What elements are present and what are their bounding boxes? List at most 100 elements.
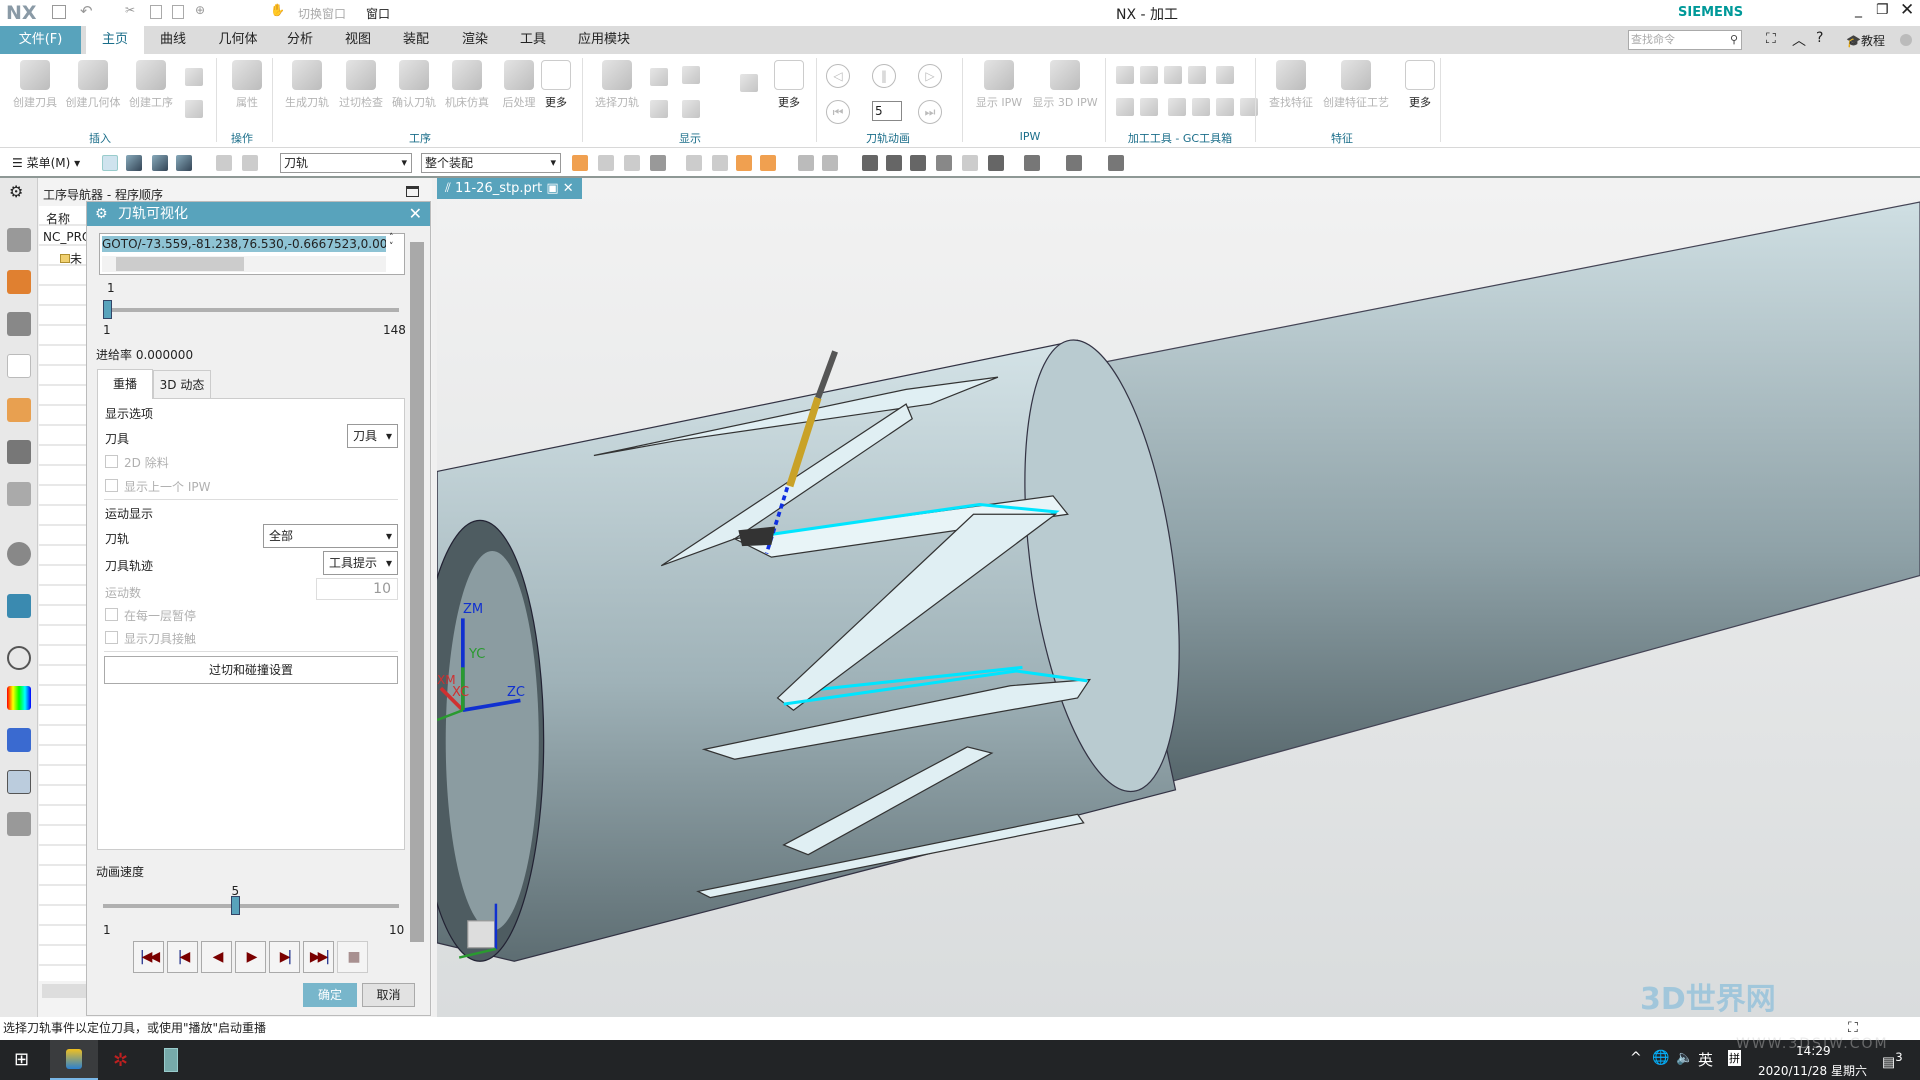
switch-window-button[interactable]: 切换窗口 [298,5,346,22]
machine-simulation-button[interactable]: 机床仿真 [438,60,496,110]
step-back-icon[interactable]: ◁ [826,64,850,88]
goto-line[interactable]: GOTO/-73.559,-81.238,76.530,-0.6667523,0… [102,236,386,252]
volume-icon[interactable]: 🔈 [1676,1050,1693,1066]
process-more-button[interactable]: 更多 [531,60,581,110]
motion-count-input[interactable]: 10 [316,578,398,600]
close-icon[interactable]: ✕ [409,202,422,226]
part-file-tab[interactable]: ⫽ 11-26_stp.prt ▣ ✕ [437,178,582,199]
slider-thumb[interactable] [230,896,240,915]
filter-icon[interactable] [624,155,640,171]
graphics-window[interactable]: ZM YC XM XC ZC ⫽ 11-26_stp.prt ▣ ✕ 3D世界网 [437,178,1920,1017]
selection-scope-select[interactable]: 整个装配 [421,153,561,173]
toolpath-select[interactable]: 全部 [263,524,398,548]
gc-tool-icon[interactable] [1168,98,1186,116]
2d-material-removal-checkbox[interactable] [105,455,118,468]
select-icon[interactable] [572,155,588,171]
feature-more-button[interactable]: 更多 [1395,60,1445,110]
stop-button[interactable]: ■ [337,941,368,973]
assembly-navigator-icon[interactable] [7,228,31,252]
cancel-button[interactable]: 取消 [362,983,415,1007]
machining-method-view-icon[interactable] [176,155,192,171]
tree-node-unused[interactable]: 未 [60,250,87,267]
ok-button[interactable]: 确定 [303,983,357,1007]
last-icon[interactable]: ⏭ [918,100,942,124]
selection-filter-select[interactable]: 刀轨 [280,153,412,173]
process-studio-icon[interactable] [7,728,31,752]
tab-replay[interactable]: 重播 [97,369,153,399]
event-slider[interactable] [103,300,399,319]
gc-tool-icon[interactable] [1140,66,1158,84]
touch-mode-icon[interactable]: ✋ [270,3,285,17]
file-menu[interactable]: 文件(F) [0,26,81,54]
tab-curve[interactable]: 曲线 [146,26,200,54]
settings-icon[interactable]: ⚙ [9,182,23,201]
tree-node-root[interactable]: NC_PROGRAM [43,230,87,244]
step-forward-button[interactable]: ▶| [269,941,300,973]
close-button[interactable]: ✕ [1900,0,1914,20]
app-icon[interactable]: ✲ [113,1050,128,1071]
select-toolpath-button[interactable]: 选择刀轨 [588,60,646,110]
goto-hscrollbar[interactable] [102,256,386,272]
operation-navigator-icon[interactable] [7,354,31,378]
restore-button[interactable]: ❐ [1876,2,1889,18]
history-icon[interactable] [7,646,31,670]
view-icon[interactable] [798,155,814,171]
network-icon[interactable]: 🌐 [1652,1050,1669,1066]
display-icon[interactable] [650,68,668,86]
create-program-icon[interactable] [185,100,203,118]
window-menu[interactable]: 窗口 [366,5,390,22]
user-status-icon[interactable] [1900,34,1912,46]
animation-speed-select[interactable]: 5 [872,101,902,121]
properties-button[interactable]: 属性 [218,60,276,110]
rotate-icon[interactable] [910,155,926,171]
scroll-thumb[interactable] [410,242,424,942]
find-feature-button[interactable]: 查找特征 [1262,60,1320,110]
verify-toolpath-button[interactable]: 确认刀轨 [385,60,443,110]
snap-point-icon[interactable] [760,155,776,171]
show-3d-ipw-button[interactable]: 显示 3D IPW [1030,60,1100,110]
tab-geometry[interactable]: 几何体 [208,26,268,54]
layer-icon[interactable] [740,74,758,92]
slider-thumb[interactable] [103,300,112,319]
tab-render[interactable]: 渲染 [450,26,500,54]
windows-start-icon[interactable]: ⊞ [14,1049,29,1070]
gouge-check-button[interactable]: 过切检查 [332,60,390,110]
first-icon[interactable]: ⏮ [826,100,850,124]
gc-tool-icon[interactable] [1216,98,1234,116]
show-previous-ipw-checkbox[interactable] [105,479,118,492]
machine-tool-view-icon[interactable] [126,155,142,171]
gc-tool-icon[interactable] [1164,66,1182,84]
manufacturing-wizard-icon[interactable] [7,770,31,794]
fullscreen-icon[interactable]: ⛶ [1766,31,1776,47]
snap-icon[interactable] [598,155,614,171]
nx-taskbar-app[interactable] [50,1040,98,1080]
gc-tool-icon[interactable] [1192,98,1210,116]
create-geometry-button[interactable]: 创建几何体 [64,60,122,110]
navigator-hscrollbar[interactable] [42,984,86,998]
part-navigator-icon[interactable] [7,312,31,336]
gouge-collision-settings-button[interactable]: 过切和碰撞设置 [104,656,398,684]
zoom-icon[interactable] [886,155,902,171]
tray-expand-icon[interactable]: ^ [1630,1050,1642,1066]
tab-analysis[interactable]: 分析 [275,26,325,54]
frame-icon[interactable] [988,155,1004,171]
play-forward-button[interactable]: ▶ [235,941,266,973]
gc-tool-icon[interactable] [1188,66,1206,84]
pause-icon[interactable]: ‖ [872,64,896,88]
generate-toolpath-button[interactable]: 生成刀轨 [278,60,336,110]
constraint-navigator-icon[interactable] [7,270,31,294]
feature-navigator-icon[interactable] [7,440,31,464]
save-icon[interactable] [52,5,66,19]
tab-applications[interactable]: 应用模块 [570,26,638,54]
pause-each-layer-checkbox[interactable] [105,608,118,621]
create-tool-button[interactable]: 创建刀具 [6,60,64,110]
play-backward-button[interactable]: ◀ [201,941,232,973]
fit-icon[interactable] [862,155,878,171]
repeat-command-icon[interactable]: ⊕ [195,3,205,17]
show-tool-contact-checkbox[interactable] [105,631,118,644]
gc-tool-icon[interactable] [1116,66,1134,84]
create-method-icon[interactable] [185,68,203,86]
rewind-to-start-button[interactable]: |◀◀ [133,941,164,973]
display-more-button[interactable]: 更多 [764,60,814,110]
fast-forward-to-end-button[interactable]: ▶▶| [303,941,334,973]
